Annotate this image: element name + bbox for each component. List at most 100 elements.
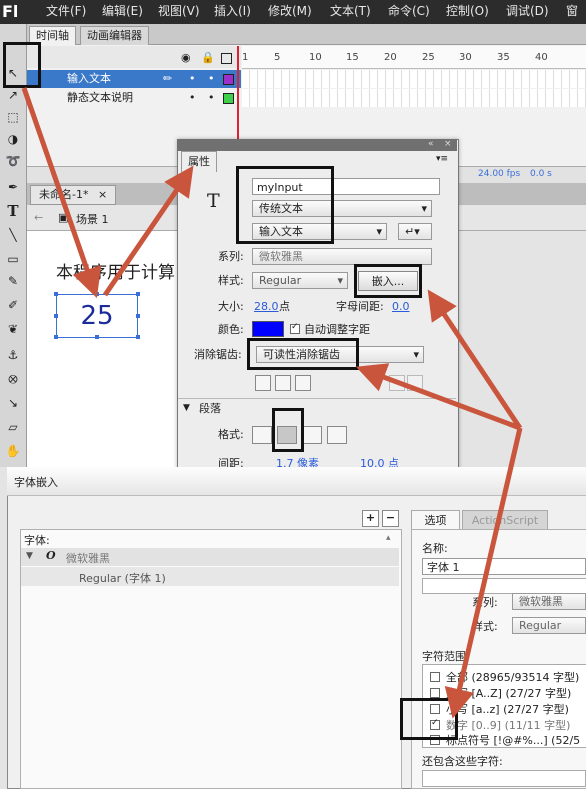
range-item[interactable]: 数字 [0..9] (11/11 字型): [446, 717, 570, 733]
range-count: (28965/93514 字型): [471, 671, 580, 684]
outline-icon[interactable]: [221, 53, 232, 64]
justify-icon[interactable]: [327, 426, 347, 444]
tab-properties[interactable]: 属性: [181, 151, 217, 172]
panel-titlebar[interactable]: [177, 139, 457, 151]
menu-modify[interactable]: 修改(M): [268, 0, 312, 24]
bone-tool-icon[interactable]: ⚓: [3, 346, 23, 364]
family-select[interactable]: 微软雅黑: [252, 248, 432, 265]
menu-view[interactable]: 视图(V): [158, 0, 200, 24]
range-item[interactable]: 全部 (28965/93514 字型): [446, 669, 579, 685]
include-chars-field[interactable]: [422, 770, 586, 787]
panel-menu-icon[interactable]: ▾≡: [436, 154, 448, 164]
layer-color-swatch[interactable]: [223, 74, 234, 85]
eyedropper-icon[interactable]: ↘: [3, 394, 23, 412]
section-collapse-icon[interactable]: ▼: [183, 403, 190, 413]
text-tool-icon[interactable]: T: [3, 202, 23, 220]
letter-spacing-value[interactable]: 0.0: [392, 298, 410, 315]
font-size-value[interactable]: 28.0: [254, 298, 279, 315]
menu-debug[interactable]: 调试(D): [506, 0, 549, 24]
pen-tool-icon[interactable]: ✒: [3, 178, 23, 196]
align-right-icon[interactable]: [302, 426, 322, 444]
paragraph-section-label[interactable]: 段落: [199, 400, 221, 417]
rectangle-tool-icon[interactable]: ▭: [3, 250, 23, 268]
style-select[interactable]: Regular: [512, 617, 586, 634]
visible-dot[interactable]: •: [189, 70, 196, 88]
resize-handle[interactable]: [136, 292, 140, 296]
scene-label[interactable]: 场景 1: [76, 211, 109, 227]
resize-handle[interactable]: [54, 335, 58, 339]
fps-readout[interactable]: 24.00 fps: [478, 169, 520, 179]
frame-track[interactable]: [242, 89, 586, 107]
eraser-tool-icon[interactable]: ▱: [3, 418, 23, 436]
layer-row-input[interactable]: 输入文本 ✏ • •: [27, 70, 241, 88]
resize-handle[interactable]: [136, 314, 140, 318]
font-style-row[interactable]: [21, 567, 399, 586]
resize-handle[interactable]: [136, 335, 140, 339]
superscript-icon[interactable]: [389, 375, 405, 391]
expand-icon[interactable]: ▼: [26, 551, 33, 561]
subselection-tool-icon[interactable]: ↗: [3, 86, 23, 104]
range-item[interactable]: 小写 [a..z] (27/27 字型): [446, 701, 569, 717]
deco-tool-icon[interactable]: ❦: [3, 320, 23, 338]
layer-row-static[interactable]: 静态文本说明 • •: [27, 89, 241, 107]
tab-options[interactable]: 选项: [411, 510, 460, 530]
frame-track[interactable]: [242, 70, 586, 88]
text-color-swatch[interactable]: [252, 321, 284, 337]
layer-color-swatch[interactable]: [223, 93, 234, 104]
pencil-tool-icon[interactable]: ✎: [3, 272, 23, 290]
3d-rotation-icon[interactable]: ◑: [3, 130, 23, 148]
range-checkbox[interactable]: [430, 672, 440, 682]
brush-tool-icon[interactable]: ✐: [3, 296, 23, 314]
menu-insert[interactable]: 插入(I): [214, 0, 251, 24]
add-font-button[interactable]: +: [362, 510, 379, 527]
resize-handle[interactable]: [95, 335, 99, 339]
line-tool-icon[interactable]: ╲: [3, 226, 23, 244]
style-select[interactable]: Regular ▾: [252, 272, 348, 289]
close-icon[interactable]: ×: [98, 188, 107, 201]
dialog-titlebar[interactable]: [7, 467, 586, 496]
hand-tool-icon[interactable]: ✋: [3, 442, 23, 460]
resize-handle[interactable]: [54, 292, 58, 296]
lock-icon[interactable]: 🔒: [201, 51, 215, 64]
html-render-icon[interactable]: [275, 375, 291, 391]
range-checkbox[interactable]: [430, 688, 440, 698]
collapse-icon[interactable]: «: [428, 139, 434, 149]
menu-commands[interactable]: 命令(C): [388, 0, 430, 24]
resize-handle[interactable]: [95, 292, 99, 296]
align-left-icon[interactable]: [252, 426, 272, 444]
opentype-font-icon: O: [46, 549, 56, 562]
border-toggle-icon[interactable]: [295, 375, 311, 391]
remove-font-button[interactable]: −: [382, 510, 399, 527]
font-name-field[interactable]: 字体 1: [422, 558, 586, 575]
document-tab[interactable]: 未命名-1* ×: [30, 185, 117, 205]
sort-icon[interactable]: ▴: [386, 533, 391, 543]
menu-text[interactable]: 文本(T): [330, 0, 371, 24]
visible-dot[interactable]: •: [189, 89, 196, 107]
lasso-tool-icon[interactable]: ➰: [3, 152, 23, 170]
eye-icon[interactable]: ◉: [181, 51, 191, 64]
tab-motion-editor[interactable]: 动画编辑器: [80, 26, 149, 45]
highlight-box: [400, 698, 458, 740]
free-transform-icon[interactable]: ⬚: [3, 108, 23, 126]
resize-handle[interactable]: [54, 314, 58, 318]
auto-kern-checkbox[interactable]: ✓: [290, 322, 300, 334]
orientation-select[interactable]: ↵▾: [398, 223, 432, 240]
tab-actionscript[interactable]: ActionScript: [462, 510, 548, 530]
paint-bucket-icon[interactable]: ⭙: [3, 370, 23, 388]
close-icon[interactable]: ×: [444, 139, 452, 149]
menu-window[interactable]: 窗: [566, 0, 578, 24]
range-item[interactable]: 大写 [A..Z] (27/27 字型): [446, 685, 571, 701]
lock-dot[interactable]: •: [208, 70, 215, 88]
back-arrow-icon[interactable]: ←: [34, 211, 43, 224]
family-select[interactable]: 微软雅黑: [512, 593, 586, 610]
scene-icon: ▣: [58, 211, 69, 224]
stage-static-text[interactable]: 本程序用于计算: [56, 258, 175, 283]
subscript-icon[interactable]: [407, 375, 423, 391]
selectable-icon[interactable]: [255, 375, 271, 391]
menu-control[interactable]: 控制(O): [446, 0, 489, 24]
lock-dot[interactable]: •: [208, 89, 215, 107]
input-textfield[interactable]: 25: [56, 294, 138, 338]
range-item[interactable]: 标点符号 [!@#%...] (52/5: [446, 732, 586, 748]
menu-edit[interactable]: 编辑(E): [102, 0, 143, 24]
menu-file[interactable]: 文件(F): [46, 0, 86, 24]
